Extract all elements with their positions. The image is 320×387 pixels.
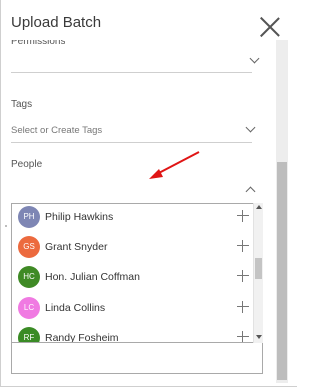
person-name: Hon. Julian Coffman (45, 271, 140, 283)
permissions-field-underline[interactable] (11, 72, 252, 73)
avatar: GS (18, 236, 40, 258)
list-item[interactable]: RF Randy Fosheim (12, 326, 252, 343)
avatar: RF (18, 327, 40, 342)
add-person-plus-icon[interactable] (237, 240, 249, 252)
list-item[interactable]: LC Linda Collins (12, 296, 252, 326)
person-name: Grant Snyder (45, 241, 108, 253)
people-dropdown-list: PH Philip Hawkins GS Grant Snyder HC Hon… (11, 203, 263, 343)
scroll-up-arrow-icon[interactable] (256, 205, 262, 209)
scroll-down-arrow-icon[interactable] (256, 335, 262, 339)
upload-batch-dialog: Upload Batch Permissions Tags Select or … (0, 0, 297, 387)
add-person-plus-icon[interactable] (237, 210, 249, 222)
people-label: People (11, 159, 43, 170)
red-arrow-annotation (149, 151, 200, 179)
dialog-title: Upload Batch (11, 14, 102, 31)
avatar: LC (18, 297, 40, 319)
person-name: Linda Collins (45, 302, 106, 314)
people-selected-area[interactable] (11, 343, 263, 374)
permissions-chevron-down-icon[interactable] (249, 53, 260, 64)
list-item[interactable]: HC Hon. Julian Coffman (12, 265, 252, 295)
tags-label: Tags (11, 99, 33, 110)
tags-select-input[interactable]: Select or Create Tags (11, 125, 102, 136)
tags-field-underline[interactable] (11, 142, 252, 143)
add-person-plus-icon[interactable] (237, 331, 249, 342)
add-person-plus-icon[interactable] (237, 270, 249, 282)
people-chevron-up-icon[interactable] (245, 186, 256, 197)
avatar: PH (18, 206, 40, 228)
person-name: Randy Fosheim (45, 332, 119, 343)
list-item[interactable]: GS Grant Snyder (12, 235, 252, 265)
tags-chevron-down-icon[interactable] (245, 122, 256, 133)
close-icon[interactable] (259, 16, 281, 38)
add-person-plus-icon[interactable] (237, 301, 249, 313)
list-item[interactable]: PH Philip Hawkins (12, 205, 252, 235)
divider-mark (5, 225, 7, 227)
dialog-scrollbar-thumb[interactable] (277, 162, 287, 380)
permissions-label: Permissions (11, 40, 66, 47)
list-scrollbar[interactable] (253, 203, 263, 343)
person-name: Philip Hawkins (45, 211, 114, 223)
list-scroll-thumb[interactable] (255, 258, 262, 279)
avatar: HC (18, 266, 40, 288)
